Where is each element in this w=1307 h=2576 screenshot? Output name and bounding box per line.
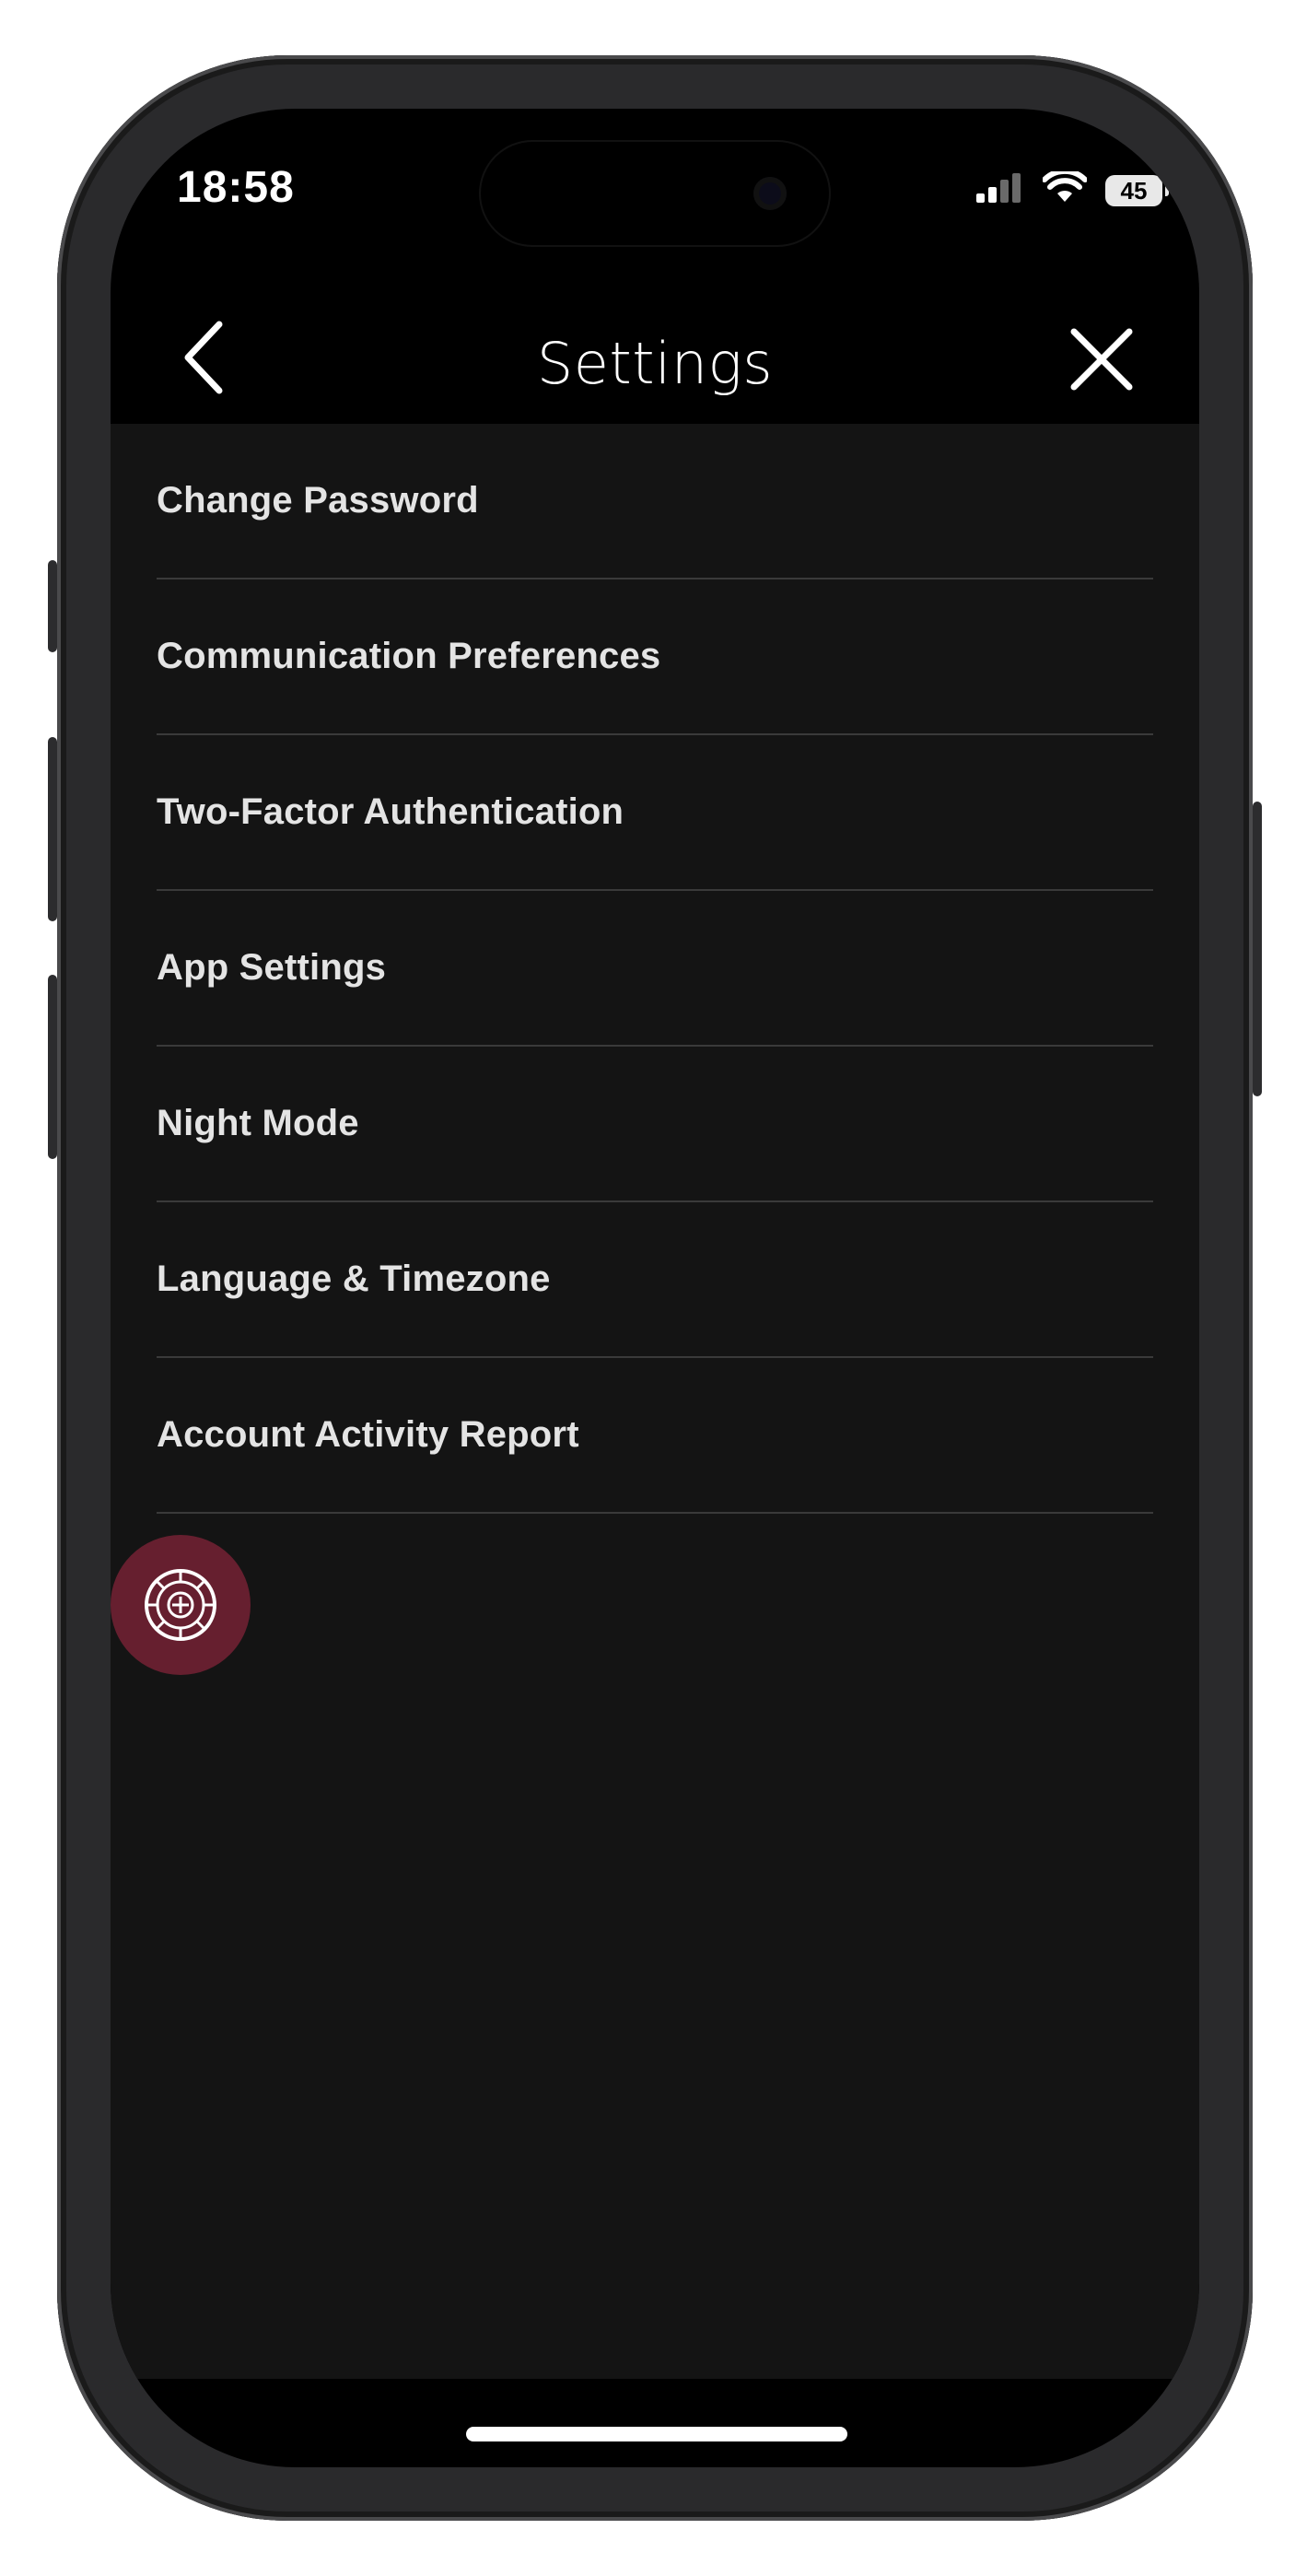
settings-item-label: Account Activity Report [157,1414,579,1455]
close-icon [1070,328,1133,391]
settings-item-label: Two-Factor Authentication [157,791,624,832]
settings-list: Change Password Communication Preference… [111,424,1199,1514]
cellular-signal-icon [974,171,1024,209]
volume-down-button [48,975,57,1159]
status-icons: 45 [974,168,1169,209]
settings-item-label: App Settings [157,947,387,988]
settings-item-label: Communication Preferences [157,636,661,676]
settings-item-language-timezone[interactable]: Language & Timezone [157,1202,1153,1358]
wifi-icon [1042,168,1088,209]
settings-item-label: Night Mode [157,1103,359,1143]
home-indicator[interactable] [466,2427,847,2441]
settings-item-two-factor-authentication[interactable]: Two-Factor Authentication [157,735,1153,891]
settings-item-app-settings[interactable]: App Settings [157,891,1153,1047]
settings-item-night-mode[interactable]: Night Mode [157,1047,1153,1202]
settings-item-label: Change Password [157,480,479,521]
roulette-wheel-icon [145,1569,216,1641]
battery-icon: 45 [1105,174,1169,206]
power-button [1253,802,1262,1096]
dynamic-island [481,142,829,245]
settings-panel: Change Password Communication Preference… [111,424,1199,2379]
nav-header: Settings [111,302,1199,413]
settings-item-change-password[interactable]: Change Password [157,424,1153,580]
action-button [48,560,57,652]
volume-up-button [48,737,57,921]
page-title: Settings [536,330,774,397]
screen: 18:58 45 Settings Change Password Commun… [111,109,1199,2467]
close-button[interactable] [1065,322,1138,396]
floating-casino-button[interactable] [111,1535,251,1675]
status-time: 18:58 [177,163,295,212]
settings-item-label: Language & Timezone [157,1259,551,1299]
settings-item-account-activity-report[interactable]: Account Activity Report [157,1358,1153,1514]
front-camera [753,177,787,210]
settings-item-communication-preferences[interactable]: Communication Preferences [157,580,1153,735]
